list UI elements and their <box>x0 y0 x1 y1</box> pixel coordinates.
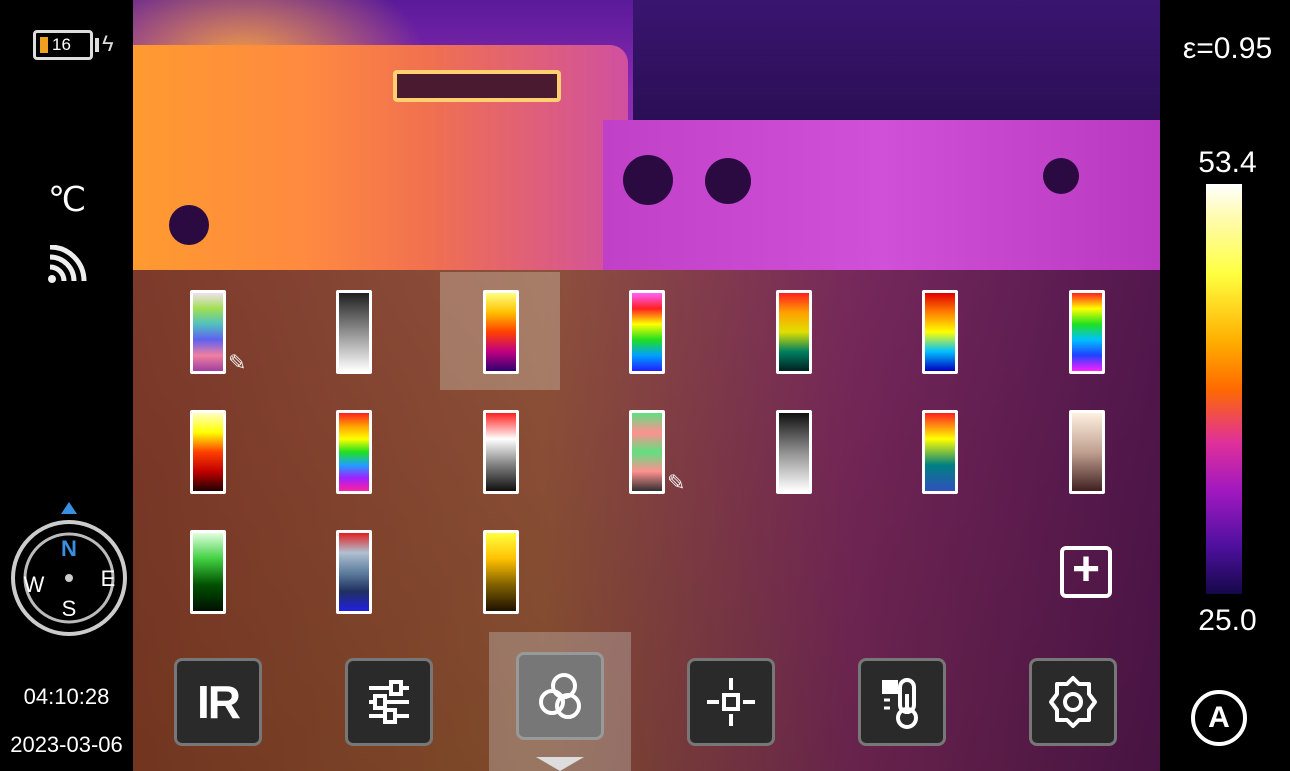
palette-rainbow-hc[interactable] <box>922 290 958 374</box>
compass-north: N <box>61 536 77 561</box>
battery-icon: 16 <box>33 30 93 60</box>
compass-south: S <box>62 596 77 621</box>
palette-amber[interactable] <box>483 530 519 614</box>
pencil-icon[interactable]: ✎ <box>667 470 685 496</box>
pencil-icon[interactable]: ✎ <box>228 350 246 376</box>
adjust-button[interactable] <box>345 658 433 746</box>
palette-medical[interactable] <box>776 290 812 374</box>
crosshair-icon <box>707 678 755 726</box>
palette-red-gray[interactable] <box>483 410 519 494</box>
palette-red-blue[interactable] <box>922 410 958 494</box>
color-scale-bar <box>1206 184 1242 594</box>
palette-blue-steel[interactable] <box>336 530 372 614</box>
pcb-hole <box>1043 158 1079 194</box>
max-temperature[interactable]: 53.4 <box>1165 146 1290 180</box>
measure-point-button[interactable] <box>687 658 775 746</box>
palette-white-hot[interactable] <box>336 290 372 374</box>
ir-mode-button[interactable]: IR <box>174 658 262 746</box>
temperature-unit[interactable]: ℃ <box>48 180 86 220</box>
compass-east: E <box>101 566 116 591</box>
gear-icon <box>1049 676 1097 728</box>
clock-date: 2023-03-06 <box>10 732 123 757</box>
pcb-connector <box>393 70 561 102</box>
min-temperature[interactable]: 25.0 <box>1165 604 1290 638</box>
clock-time: 04:10:28 <box>23 684 110 709</box>
pcb-hole <box>705 158 751 204</box>
ir-label: IR <box>197 676 241 728</box>
palette-sepia[interactable] <box>1069 410 1105 494</box>
palette-button[interactable] <box>516 652 604 740</box>
thermometer-icon <box>882 678 918 729</box>
pcb-hole <box>169 205 209 245</box>
palette-custom-2[interactable] <box>629 410 665 494</box>
palette-green[interactable] <box>190 530 226 614</box>
temperature-settings-button[interactable] <box>858 658 946 746</box>
thermal-background-region <box>633 0 1160 120</box>
battery-cap <box>95 38 99 52</box>
palette-contrast[interactable] <box>1069 290 1105 374</box>
charging-icon: ϟ <box>102 31 114 56</box>
pcb-hole <box>623 155 673 205</box>
palette-rainbow[interactable] <box>629 290 665 374</box>
pcb-warm-region <box>603 120 1160 270</box>
battery-level: 16 <box>52 35 71 54</box>
thermal-image <box>133 0 1160 771</box>
palette-iron[interactable] <box>483 290 519 374</box>
palette-red-hot[interactable] <box>190 410 226 494</box>
sliders-icon <box>369 680 409 724</box>
wifi-icon[interactable] <box>46 245 90 285</box>
palette-icon <box>539 673 581 719</box>
plus-icon: + <box>1071 543 1101 596</box>
chevron-down-icon[interactable] <box>536 757 584 771</box>
auto-range-button[interactable]: A <box>1191 690 1247 746</box>
settings-button[interactable] <box>1029 658 1117 746</box>
palette-arctic-rainbow[interactable] <box>336 410 372 494</box>
compass-west: W <box>24 572 45 597</box>
battery-fill <box>40 37 48 53</box>
left-status-bar <box>0 0 133 771</box>
compass-icon: N S E W <box>11 502 127 636</box>
palette-black-hot[interactable] <box>776 410 812 494</box>
add-palette-button[interactable]: + <box>1060 546 1112 598</box>
palette-custom-1[interactable] <box>190 290 226 374</box>
emissivity-value[interactable]: ε=0.95 <box>1165 32 1290 66</box>
